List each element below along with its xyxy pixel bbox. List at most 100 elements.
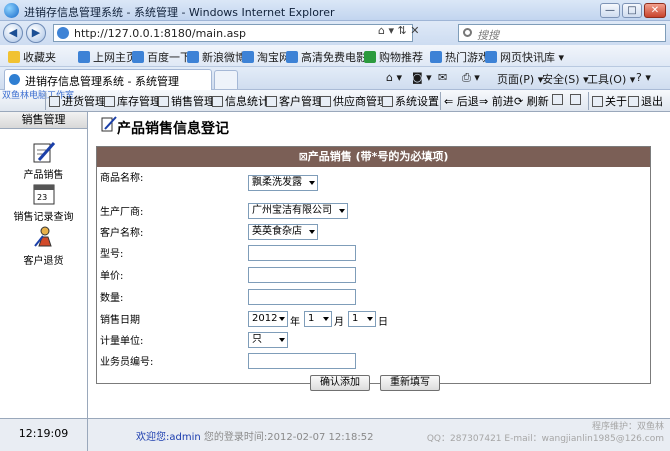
price-input[interactable]	[248, 267, 356, 283]
stock-icon	[104, 96, 115, 107]
fav-item[interactable]: 高清免费电影	[286, 49, 367, 65]
chevron-down-icon	[309, 230, 315, 234]
toolbar-about[interactable]: 关于	[592, 93, 627, 109]
globe-icon	[286, 51, 298, 63]
toolbar-customers[interactable]: 客户管理	[266, 93, 323, 109]
globe-icon	[78, 51, 90, 63]
day-select[interactable]: 1	[348, 311, 376, 327]
sidebar-item-label: 产品销售	[23, 170, 64, 181]
customer-select[interactable]: 英英食杂店	[248, 224, 318, 240]
fav-item[interactable]: 购物推荐	[364, 49, 423, 65]
welcome-text: 欢迎您:admin 您的登录时间:2012-02-07 12:18:52	[136, 428, 373, 443]
chevron-down-icon	[323, 317, 329, 321]
month-select[interactable]: 1	[304, 311, 332, 327]
fav-item[interactable]: 新浪微博	[187, 49, 246, 65]
toolbar-settings[interactable]: 系统设置	[382, 93, 439, 109]
tools-menu[interactable]: 工具(O) ▾	[587, 71, 635, 87]
sidebar-item-product-sales[interactable]: 产品销售	[0, 140, 87, 181]
tab-main[interactable]: 进销存信息管理系统 - 系统管理	[4, 69, 212, 90]
url-text: http://127.0.0.1:8180/main.asp	[74, 27, 247, 40]
supplier-icon	[320, 96, 331, 107]
toolbar-stock[interactable]: 库存管理	[104, 93, 161, 109]
feeds-icon[interactable]: ◙ ▾	[412, 71, 432, 84]
submit-button[interactable]: 确认添加	[310, 375, 370, 391]
print-icon[interactable]: ⎙ ▾	[462, 71, 480, 85]
toolbar-exit[interactable]: 退出	[628, 93, 663, 109]
page-icon	[9, 74, 20, 85]
minimize-button[interactable]: —	[600, 3, 620, 18]
sales-icon	[158, 96, 169, 107]
toolbar-forward[interactable]: ⇒ 前进	[479, 93, 514, 109]
maker-select[interactable]: 广州宝洁有限公司	[248, 203, 348, 219]
day-unit: 日	[378, 317, 388, 328]
mail-icon[interactable]: ✉	[438, 71, 447, 84]
sidebar-item-label: 客户退货	[23, 256, 64, 267]
safety-menu[interactable]: 安全(S) ▾	[542, 71, 589, 87]
tab-bar: 进销存信息管理系统 - 系统管理 ⌂ ▾ ◙ ▾ ✉ ⎙ ▾ 页面(P) ▾ 安…	[0, 67, 670, 90]
maximize-button[interactable]: □	[622, 3, 642, 18]
product-label: 商品名称:	[100, 173, 144, 184]
page-menu[interactable]: 页面(P) ▾	[497, 71, 543, 87]
ie-logo-icon	[4, 3, 19, 18]
globe-icon	[364, 51, 376, 63]
sidebar-item-returns[interactable]: 客户退货	[0, 224, 87, 267]
product-select[interactable]: 飘柔洗发露	[248, 175, 318, 191]
globe-icon	[187, 51, 199, 63]
welcome-user: 欢迎您:admin	[136, 432, 201, 443]
address-bar: ◀ ▶ http://127.0.0.1:8180/main.asp ⌂ ▾ ⇅…	[0, 21, 670, 45]
fav-item[interactable]: 网页快讯库 ▾	[485, 49, 564, 65]
reset-button[interactable]: 重新填写	[380, 375, 440, 391]
toolbar-list-icon[interactable]	[570, 93, 583, 109]
customer-icon	[266, 96, 277, 107]
measure-select[interactable]: 只	[248, 332, 288, 348]
fav-item[interactable]: 热门游戏	[430, 49, 489, 65]
help-icon[interactable]: ? ▾	[636, 71, 651, 84]
toolbar-back[interactable]: ⇐ 后退	[444, 93, 479, 109]
toolbar-stats[interactable]: 信息统计	[212, 93, 269, 109]
fav-item[interactable]: 上网主页	[78, 49, 137, 65]
sidebar-item-sales-query[interactable]: 23 销售记录查询	[0, 182, 87, 223]
pen-document-icon	[33, 142, 55, 163]
toolbar-refresh[interactable]: ⟳ 刷新	[514, 93, 549, 109]
toolbar-suppliers[interactable]: 供应商管理	[320, 93, 388, 109]
star-icon	[8, 51, 20, 63]
year-select[interactable]: 2012	[248, 311, 288, 327]
new-tab-button[interactable]	[214, 70, 238, 89]
list-icon	[570, 94, 581, 105]
search-icon	[463, 28, 472, 37]
favorites-button[interactable]: 收藏夹	[8, 49, 56, 65]
quantity-input[interactable]	[248, 289, 356, 305]
fav-item[interactable]: 百度一下	[132, 49, 191, 65]
app-area: 双鱼林电脑工作室 进货管理 库存管理 销售管理 信息统计 客户管理 供应商管理 …	[0, 90, 670, 451]
studio-logo: 双鱼林电脑工作室	[2, 91, 75, 101]
page-icon	[57, 27, 69, 39]
model-input[interactable]	[248, 245, 356, 261]
toolbar-divider	[440, 92, 441, 110]
svg-text:23: 23	[37, 193, 47, 202]
search-input[interactable]: 搜搜	[458, 24, 666, 42]
fav-item[interactable]: 淘宝网	[242, 49, 290, 65]
stats-icon	[212, 96, 223, 107]
url-field[interactable]: http://127.0.0.1:8180/main.asp	[53, 24, 413, 42]
address-tools[interactable]: ⌂ ▾ ⇅ ✕	[378, 24, 419, 37]
maker-label: 生产厂商:	[100, 207, 144, 218]
toolbar-purchase[interactable]: 进货管理	[49, 93, 106, 109]
toolbar-sales[interactable]: 销售管理	[158, 93, 215, 109]
sales-form: ⊠产品销售 (带*号的为必填项) 商品名称: 飘柔洗发露 生产厂商: 广州宝洁有…	[96, 146, 651, 391]
globe-icon	[430, 51, 442, 63]
toolbar-grid-icon[interactable]	[552, 93, 565, 109]
search-placeholder: 搜搜	[477, 29, 499, 42]
measure-label: 计量单位:	[100, 336, 144, 347]
back-icon[interactable]: ◀	[3, 23, 23, 43]
about-icon	[592, 96, 603, 107]
close-button[interactable]: ✕	[644, 3, 666, 18]
home-icon[interactable]: ⌂ ▾	[386, 71, 402, 84]
staff-id-input[interactable]	[248, 353, 356, 369]
page-title: 产品销售信息登记	[117, 121, 229, 137]
year-unit: 年	[290, 317, 300, 328]
chevron-down-icon	[339, 209, 345, 213]
forward-icon[interactable]: ▶	[26, 23, 46, 43]
sidebar-item-label: 销售记录查询	[13, 212, 74, 223]
globe-icon	[242, 51, 254, 63]
copyright-line: 程序维护：双鱼林	[591, 422, 664, 432]
